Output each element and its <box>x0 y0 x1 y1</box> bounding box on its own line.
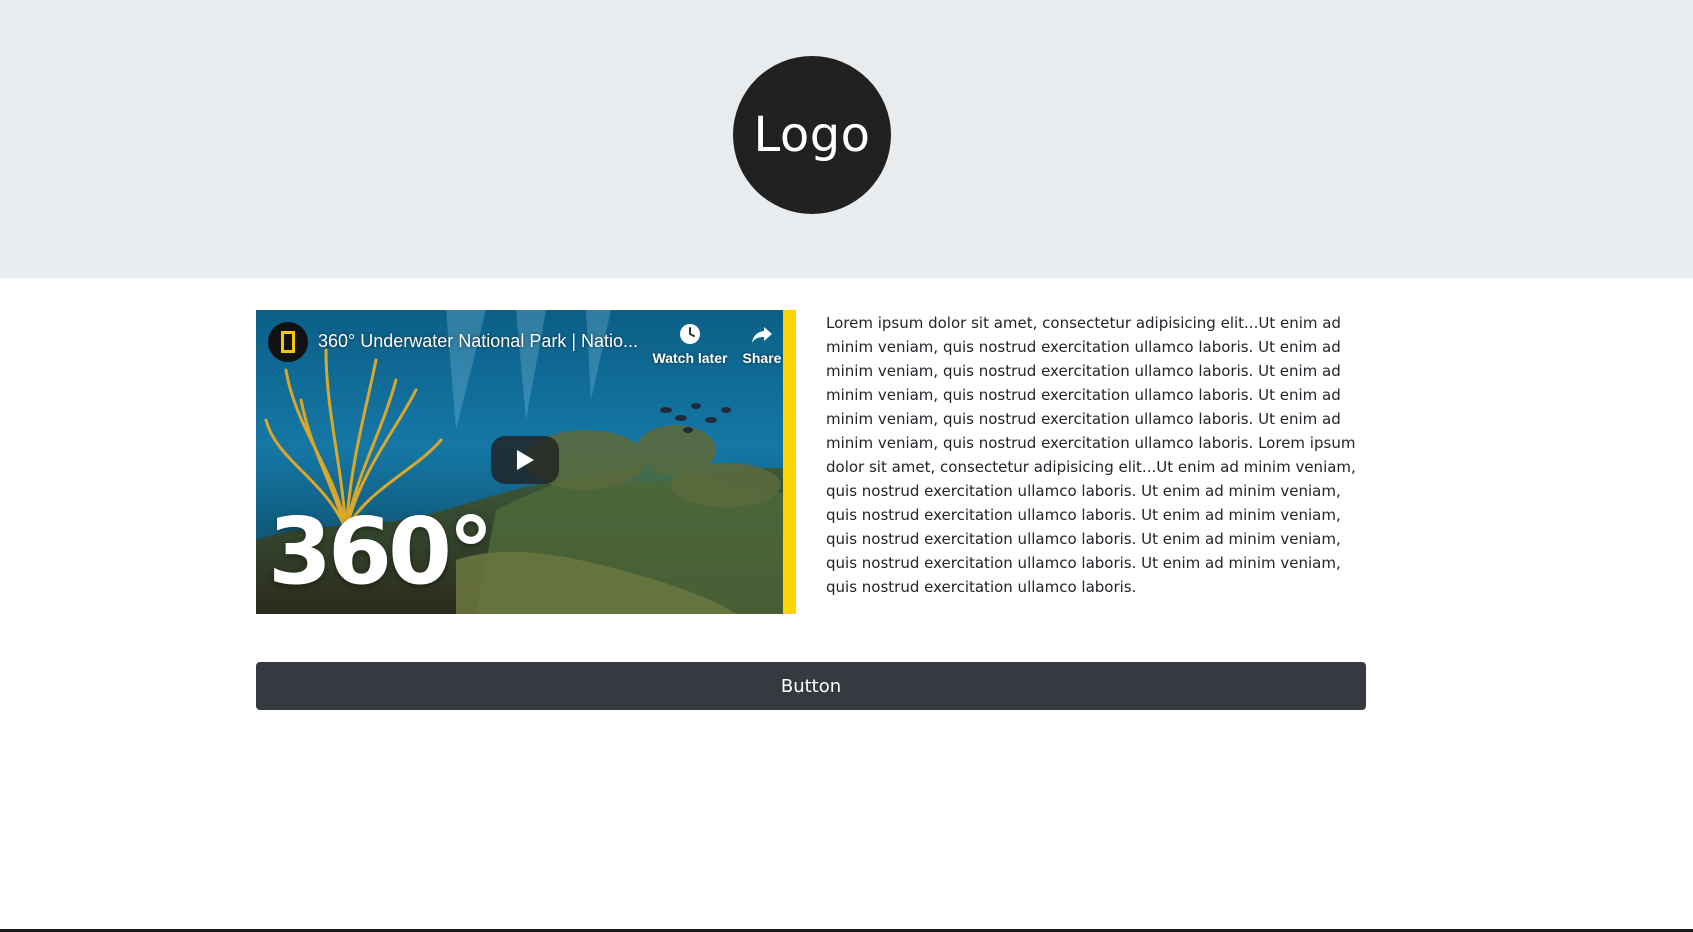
video-overlay-text: 360° <box>268 498 494 605</box>
main-button[interactable]: Button <box>256 662 1366 710</box>
share-arrow-icon <box>752 327 772 343</box>
national-geographic-logo-icon <box>281 331 295 353</box>
play-icon <box>517 450 534 470</box>
video-embed[interactable]: 360° Underwater National Park | Natio...… <box>256 310 796 614</box>
share-label: Share <box>742 350 782 366</box>
page-header: Logo <box>0 0 1693 278</box>
video-title[interactable]: 360° Underwater National Park | Natio... <box>318 331 648 352</box>
watch-later-button[interactable]: Watch later <box>645 322 735 366</box>
body-paragraph: Lorem ipsum dolor sit amet, consectetur … <box>826 314 1356 596</box>
brand-accent-bar <box>783 310 796 614</box>
play-button[interactable] <box>491 436 559 484</box>
channel-logo[interactable] <box>268 322 308 362</box>
watch-later-label: Watch later <box>652 350 728 366</box>
logo[interactable]: Logo <box>733 56 891 214</box>
clock-icon <box>680 324 700 344</box>
